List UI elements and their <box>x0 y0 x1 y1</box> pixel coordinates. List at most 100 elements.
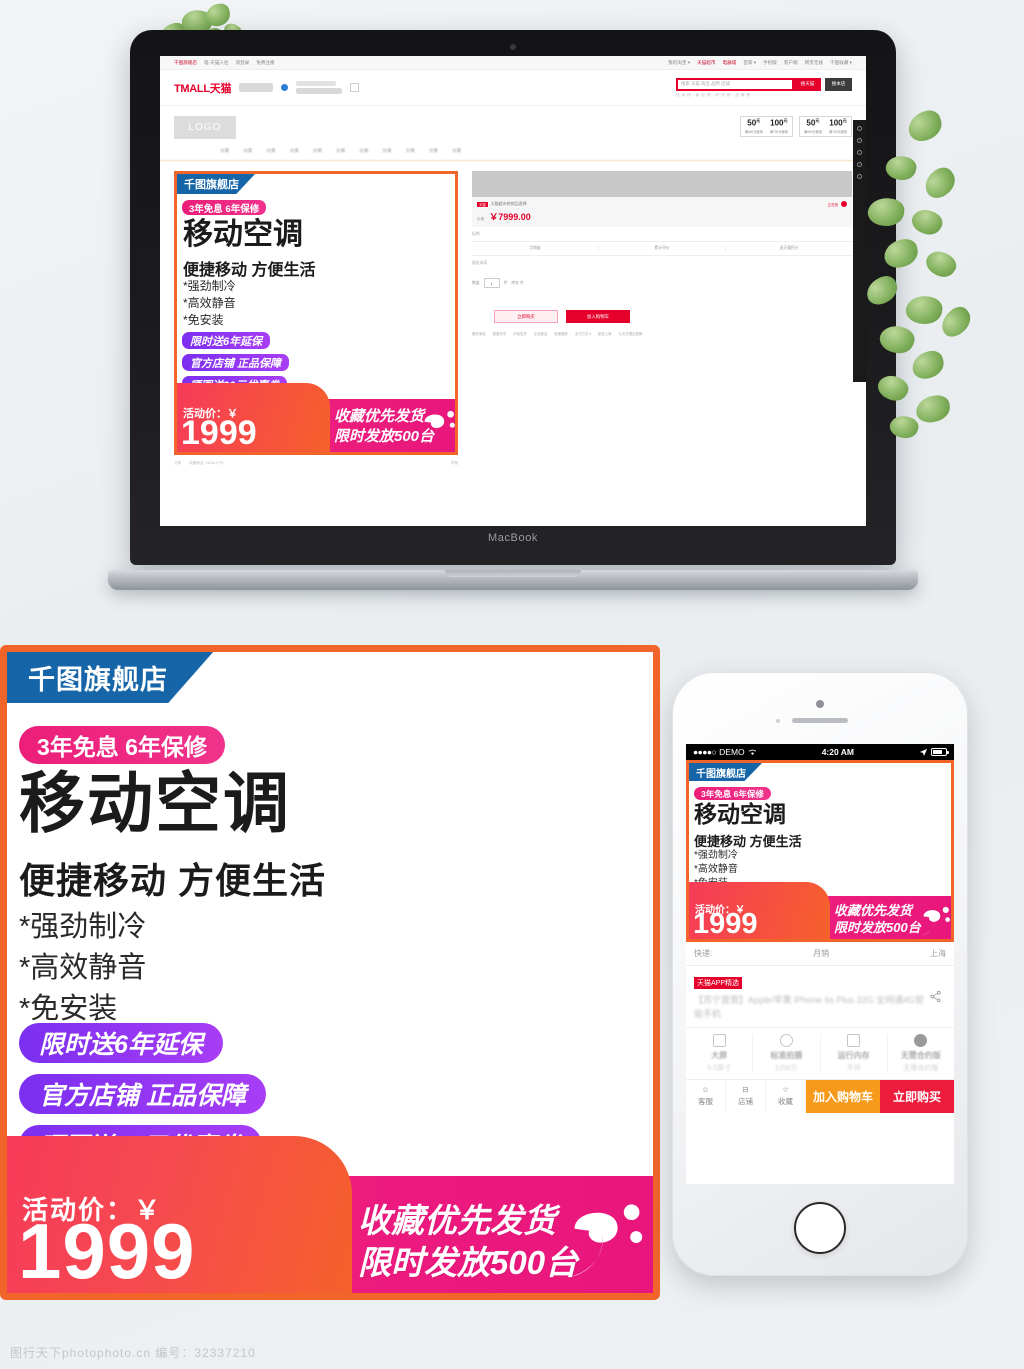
coupon-card[interactable]: 50元 满400元使用 100元 满700元使用 <box>798 116 852 137</box>
collect-link[interactable]: 收藏商品（4238人气） <box>189 461 226 466</box>
topbar-link[interactable]: 电器城 <box>722 60 736 66</box>
shipping-label: 快递: <box>694 949 713 958</box>
buy-now-button[interactable]: 立即购买 <box>880 1080 954 1113</box>
mobile-promo-banner[interactable]: 千图旗舰店 3年免息 6年保修 移动空调 便捷移动 方便生活 *强劲制冷 *高效… <box>686 760 954 942</box>
search-shop-button[interactable]: 搜本店 <box>825 77 852 91</box>
mini-shop-tag: 千图旗舰店 <box>177 174 255 194</box>
service-tag[interactable]: 支付方式 ▾ <box>575 331 591 336</box>
topbar-link[interactable]: 千图旗舰店 <box>174 60 197 66</box>
promo-status-text: 正在抢 <box>827 202 838 207</box>
add-to-cart-button[interactable]: 加入购物车 <box>806 1080 880 1113</box>
topbar-left-links[interactable]: 千图旗舰店 喵·天猫入驻 请登录 免费注册 <box>174 60 275 66</box>
rail-icon[interactable] <box>857 150 862 155</box>
mini-feature-item: *高效静音 <box>183 296 236 311</box>
status-bar: ●●●●○ DEMO 4:20 AM <box>686 744 954 760</box>
coupon-value: 100 <box>770 118 784 128</box>
nav-item[interactable]: 分类 <box>290 148 299 154</box>
customer-service-label: 客服 <box>698 1096 713 1106</box>
mobile-shop-tag: 千图旗舰店 <box>689 763 762 781</box>
macbook-lid: 千图旗舰店 喵·天猫入驻 请登录 免费注册 我的淘宝 ▾ 天猫超市 电器城 苗家… <box>130 30 896 565</box>
store-label: 店铺 <box>738 1096 753 1106</box>
spec-name: 大屏 <box>711 1051 728 1060</box>
nav-item[interactable]: 分类 <box>313 148 322 154</box>
stock-text: 库存 件 <box>511 280 524 285</box>
favorite-label: 收藏 <box>778 1096 793 1106</box>
promo-image-slot[interactable]: 千图旗舰店 3年免息 6年保修 移动空调 便捷移动 方便生活 *强劲制冷 *高效… <box>174 171 458 455</box>
add-to-cart-button[interactable]: 加入购物车 <box>566 310 630 323</box>
nav-item[interactable]: 分类 <box>336 148 345 154</box>
tmall-header: TMALL天猫 搜索 天猫 商品 品牌 店铺 搜天猫 搜本店 热卖榜 新品榜 好… <box>160 70 866 106</box>
topbar-link[interactable]: 苗家 ▾ <box>743 60 756 66</box>
search-input[interactable]: 搜索 天猫 商品 品牌 店铺 <box>676 77 794 91</box>
search-tmall-button[interactable]: 搜天猫 <box>794 77 821 91</box>
browser-side-rail[interactable] <box>853 120 866 382</box>
topbar-link[interactable]: 千图收藏 ▾ <box>830 60 852 66</box>
tmall-logo[interactable]: TMALL天猫 <box>174 80 231 96</box>
collect-shop-icon[interactable] <box>350 83 360 92</box>
share-icon[interactable] <box>929 990 942 1003</box>
nav-item[interactable]: 分类 <box>220 148 229 154</box>
nav-item[interactable]: 分类 <box>359 148 368 154</box>
battery-icon <box>930 748 949 756</box>
service-tag: 超值先享 <box>492 332 507 336</box>
coupon-value: 100 <box>829 118 843 128</box>
coupon-value: 50 <box>806 118 816 128</box>
quantity-stepper[interactable]: 1 <box>483 278 500 288</box>
topbar-link[interactable]: 网页无线 <box>805 60 823 66</box>
buy-now-button[interactable]: 立即购买 <box>494 310 558 323</box>
nav-item[interactable]: 分类 <box>243 148 252 154</box>
topbar-right-links[interactable]: 我的淘宝 ▾ 天猫超市 电器城 苗家 ▾ 手机版 客户端 网页无线 千图收藏 ▾ <box>668 60 852 66</box>
favorite-button[interactable]: ☆ 收藏 <box>766 1080 806 1113</box>
carrier-name: DEMO <box>719 747 745 757</box>
spec-value: 1200万 <box>775 1065 798 1072</box>
wifi-icon <box>748 749 756 755</box>
nav-item[interactable]: 分类 <box>382 148 391 154</box>
promo-dot-icon <box>841 201 847 207</box>
home-button[interactable] <box>794 1202 846 1254</box>
nav-item[interactable]: 分类 <box>266 148 275 154</box>
topbar-link[interactable]: 客户端 <box>784 60 798 66</box>
coupon-card[interactable]: 50元 满400元使用 100元 满700元使用 <box>739 116 793 137</box>
rail-icon[interactable] <box>857 126 862 131</box>
topbar-link[interactable]: 天猫超市 <box>697 60 715 66</box>
mini-features: *强劲制冷 *高效静音 *免安装 <box>183 278 236 329</box>
price-label: 价格 <box>477 217 485 221</box>
gallery-meta[interactable]: 分享 收藏商品（4238人气） 举报 <box>174 461 458 466</box>
shop-nav[interactable]: 分类 分类 分类 分类 分类 分类 分类 分类 分类 分类 分类 <box>160 143 866 161</box>
spec-item[interactable]: 运行内存 不详 <box>821 1034 888 1073</box>
nav-item[interactable]: 分类 <box>429 148 438 154</box>
rail-icon[interactable] <box>857 174 862 179</box>
topbar-link[interactable]: 手机版 <box>763 60 777 66</box>
ship-from-city: 上海 <box>929 949 946 958</box>
mobile-action-bar: ☺ 客服 ⊟ 店铺 ☆ 收藏 加入购物车 立即购买 <box>686 1079 954 1113</box>
shop-logo[interactable]: LOGO <box>174 116 236 139</box>
spec-item[interactable]: 标准拍摄 1200万 <box>753 1034 821 1073</box>
price-value: 1999 <box>18 1207 196 1295</box>
rail-icon[interactable] <box>857 162 862 167</box>
swirl-decoration-icon <box>422 410 455 444</box>
macbook-notch <box>445 570 581 577</box>
spec-value: 无需合约版 <box>903 1065 939 1072</box>
topbar-link[interactable]: 我的淘宝 ▾ <box>668 60 690 66</box>
spec-item[interactable]: 无需合约版 无需合约版 <box>888 1034 954 1073</box>
customer-service-button[interactable]: ☺ 客服 <box>686 1080 726 1113</box>
signal-dots-icon: ●●●●○ <box>693 747 717 757</box>
search-placeholder-text: 搜索 天猫 商品 品牌 店铺 <box>681 81 730 86</box>
nav-item[interactable]: 分类 <box>406 148 415 154</box>
nav-item[interactable]: 分类 <box>452 148 461 154</box>
topbar-link[interactable]: 喵·天猫入驻 <box>204 60 229 66</box>
share-link[interactable]: 分享 <box>174 461 181 466</box>
memory-icon <box>847 1034 861 1047</box>
coupon-unit: 元 <box>783 118 788 123</box>
coupon-note: 满700元使用 <box>769 129 788 134</box>
search-hot-words[interactable]: 热卖榜 新品榜 好货榜 品牌榜 <box>676 93 852 98</box>
mini-price-strip: 活动价：￥ 1999 收藏优先发货 限时发放500台 <box>177 383 455 452</box>
report-link[interactable]: 举报 <box>451 461 458 466</box>
contract-icon <box>914 1034 928 1047</box>
spec-item[interactable]: 大屏 5.5英寸 <box>686 1034 754 1073</box>
topbar-link[interactable]: 请登录 <box>235 60 249 66</box>
store-button[interactable]: ⊟ 店铺 <box>726 1080 766 1113</box>
mini-price-value: 1999 <box>181 414 257 452</box>
rail-icon[interactable] <box>857 138 862 143</box>
topbar-link[interactable]: 免费注册 <box>256 60 274 66</box>
